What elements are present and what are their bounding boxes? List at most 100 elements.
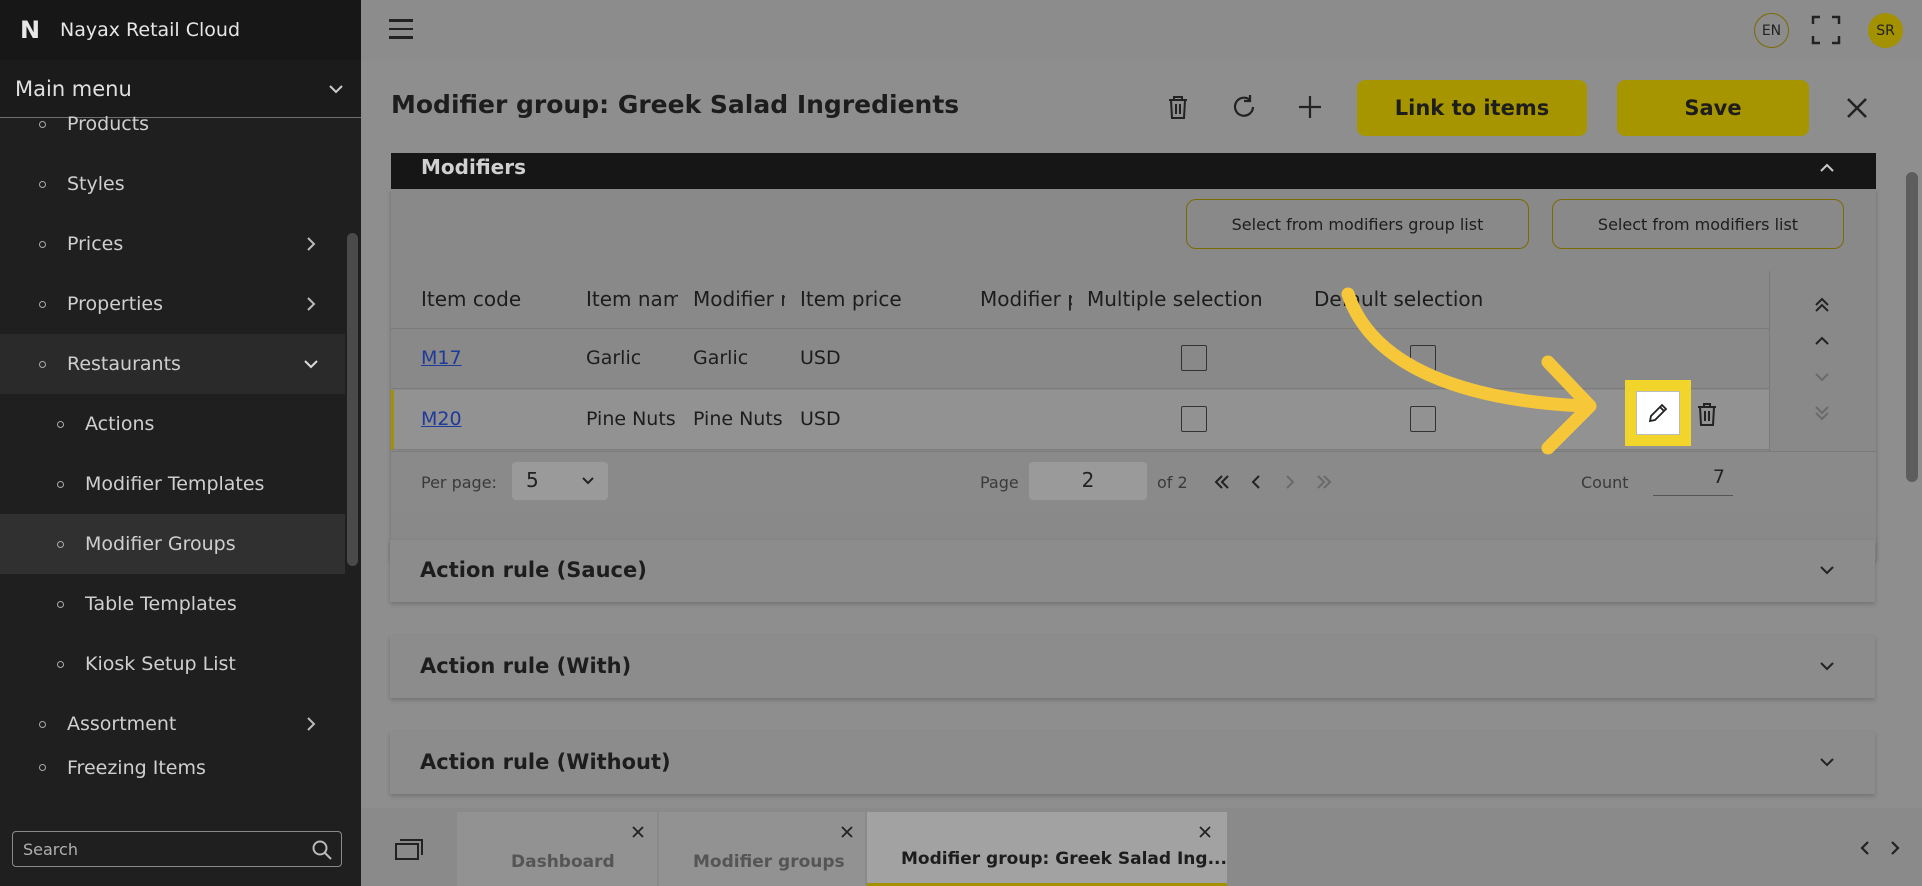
column-header[interactable]: Modifier name (693, 287, 785, 311)
column-header[interactable]: Modifier price (980, 287, 1072, 311)
language-selector[interactable]: EN (1754, 13, 1789, 48)
fullscreen-icon[interactable] (1810, 14, 1842, 46)
refresh-icon[interactable] (1229, 92, 1259, 122)
item-code-link[interactable]: M17 (421, 347, 462, 369)
next-page-icon[interactable] (1280, 472, 1300, 492)
select-from-modifiers-list-button[interactable]: Select from modifiers list (1552, 199, 1844, 249)
count-value: 7 (1653, 466, 1733, 496)
modifier-name-cell: Garlic (693, 347, 749, 369)
table-row: M20 Pine Nuts Pine Nuts USD (391, 390, 1769, 450)
close-icon[interactable] (1844, 95, 1870, 121)
page-label: Page (980, 473, 1019, 492)
tab-dashboard[interactable]: Dashboard (457, 812, 657, 886)
sidebar-item-modifier-groups[interactable]: Modifier Groups (0, 514, 345, 574)
move-down-icon[interactable] (1810, 365, 1834, 389)
tab-bar: Dashboard Modifier groups Modifier group… (361, 808, 1922, 886)
column-header[interactable]: Item price (800, 287, 960, 311)
sidebar-item-label: Styles (67, 173, 125, 195)
default-selection-checkbox[interactable] (1410, 345, 1436, 371)
chevron-right-icon (307, 237, 316, 251)
sidebar-item-products[interactable]: Products (0, 94, 345, 154)
bullet-icon (57, 421, 64, 428)
edit-row-button[interactable] (1636, 391, 1680, 435)
chevron-up-icon (1820, 163, 1834, 172)
sidebar-item-actions[interactable]: Actions (0, 394, 345, 454)
sidebar-item-assortment[interactable]: Assortment (0, 694, 345, 754)
tab-label: Modifier group: Greek Salad Ing... (901, 849, 1227, 869)
bullet-icon (39, 121, 46, 128)
sidebar-item-styles[interactable]: Styles (0, 154, 345, 214)
first-page-icon[interactable] (1212, 472, 1232, 492)
item-code-link[interactable]: M20 (421, 408, 462, 430)
column-header[interactable]: Multiple selection (1087, 287, 1307, 311)
avatar[interactable]: SR (1868, 13, 1903, 48)
close-icon[interactable] (839, 824, 855, 840)
search-icon[interactable] (311, 839, 333, 861)
sidebar-scrollbar[interactable] (347, 233, 358, 566)
page-number-input[interactable]: 2 (1029, 462, 1147, 500)
accordion-action-rule-with[interactable]: Action rule (With) (390, 636, 1875, 698)
sidebar-item-label: Freezing Items (67, 757, 206, 778)
scroll-tabs-right-icon[interactable] (1885, 838, 1905, 858)
accordion-title: Action rule (Sauce) (420, 558, 647, 582)
scroll-tabs-left-icon[interactable] (1855, 838, 1875, 858)
sidebar-item-label: Kiosk Setup List (85, 653, 236, 675)
move-to-bottom-icon[interactable] (1810, 401, 1834, 425)
default-selection-checkbox[interactable] (1410, 406, 1436, 432)
close-icon[interactable] (630, 824, 646, 840)
chevron-right-icon (307, 717, 316, 731)
column-header[interactable]: Item code (421, 287, 571, 311)
top-bar: EN SR (361, 0, 1922, 60)
bullet-icon (39, 361, 46, 368)
modifiers-section-header[interactable]: Modifiers (391, 153, 1876, 189)
sidebar-item-properties[interactable]: Properties (0, 274, 345, 334)
sidebar-item-label: Table Templates (85, 593, 237, 615)
item-price-cell: USD (800, 347, 841, 369)
chevron-down-icon (1820, 758, 1834, 767)
bullet-icon (39, 764, 46, 771)
multiple-selection-checkbox[interactable] (1181, 345, 1207, 371)
save-button[interactable]: Save (1617, 80, 1809, 136)
per-page-select[interactable]: 5 (512, 462, 608, 500)
sidebar-item-table-templates[interactable]: Table Templates (0, 574, 345, 634)
accordion-action-rule-sauce[interactable]: Action rule (Sauce) (390, 540, 1875, 602)
modifier-name-cell: Pine Nuts (693, 408, 783, 430)
add-icon[interactable] (1295, 92, 1325, 122)
hamburger-menu-icon[interactable] (389, 19, 413, 39)
tab-modifier-groups[interactable]: Modifier groups (659, 812, 865, 886)
sidebar-search-input[interactable] (23, 840, 303, 859)
close-icon[interactable] (1197, 824, 1213, 840)
column-header[interactable]: Default selection (1314, 287, 1554, 311)
select-from-group-list-button[interactable]: Select from modifiers group list (1186, 199, 1529, 249)
tab-modifier-group-greek-salad[interactable]: Modifier group: Greek Salad Ing... (867, 812, 1227, 886)
sidebar-item-kiosk-setup-list[interactable]: Kiosk Setup List (0, 634, 345, 694)
move-up-icon[interactable] (1810, 329, 1834, 353)
delete-icon[interactable] (1163, 92, 1193, 122)
pagination-bar: Per page: 5 Page 2 of 2 Count 7 (391, 451, 1876, 511)
per-page-label: Per page: (421, 473, 497, 492)
column-header[interactable]: Item name (586, 287, 678, 311)
sidebar-item-label: Prices (67, 233, 124, 255)
per-page-value: 5 (526, 468, 539, 492)
item-price-cell: USD (800, 408, 841, 430)
accordion-action-rule-without[interactable]: Action rule (Without) (390, 732, 1875, 794)
link-to-items-button[interactable]: Link to items (1357, 80, 1587, 136)
delete-row-icon[interactable] (1694, 400, 1720, 428)
sidebar-item-modifier-templates[interactable]: Modifier Templates (0, 454, 345, 514)
page-total-label: of 2 (1157, 473, 1188, 492)
move-to-top-icon[interactable] (1810, 293, 1834, 317)
sidebar-item-freezing-items[interactable]: Freezing Items (0, 754, 345, 778)
chevron-right-icon (307, 297, 316, 311)
item-name-cell: Garlic (586, 347, 642, 369)
accordion-title: Action rule (Without) (420, 750, 671, 774)
main-scrollbar[interactable] (1906, 172, 1918, 482)
chevron-down-icon (1820, 566, 1834, 575)
brand-header: N Nayax Retail Cloud (0, 0, 361, 60)
windows-icon[interactable] (394, 838, 424, 862)
previous-page-icon[interactable] (1246, 472, 1266, 492)
sidebar-item-prices[interactable]: Prices (0, 214, 345, 274)
sidebar: N Nayax Retail Cloud Main menu Products … (0, 0, 361, 886)
last-page-icon[interactable] (1314, 472, 1334, 492)
sidebar-item-restaurants[interactable]: Restaurants (0, 334, 345, 394)
multiple-selection-checkbox[interactable] (1181, 406, 1207, 432)
